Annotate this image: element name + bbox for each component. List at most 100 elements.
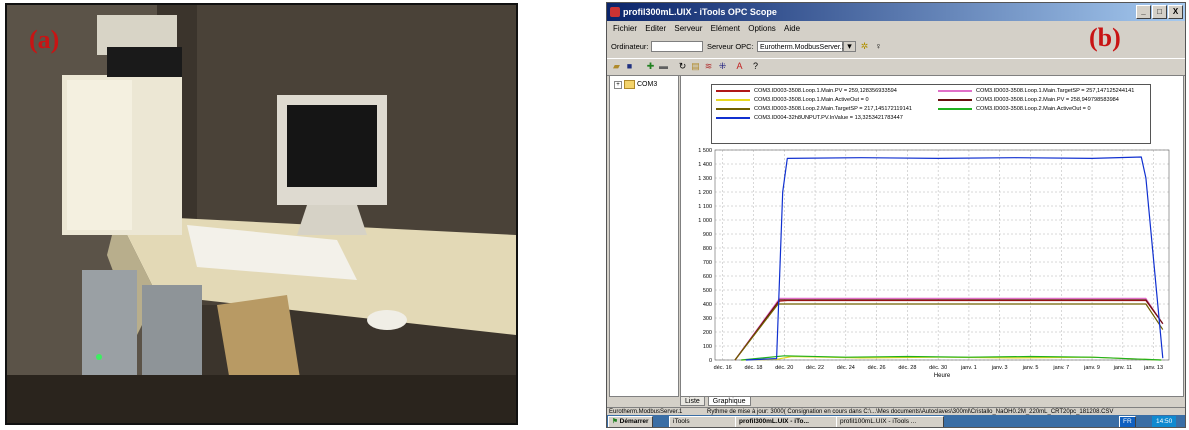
menu-aide[interactable]: Aide [784,24,800,33]
chevron-down-icon[interactable]: ▾ [843,41,856,52]
chart-icon[interactable]: ≋ [703,61,714,72]
legend-item-loop1-pv: COM3.ID003-3508.Loop.1.Main.PV = 259,128… [716,88,897,94]
y-tick-label: 100 [703,344,712,350]
line-chart: 0 100 200 300 400 500 600 700 800 900 1 000 1 100 1 … [698,148,1170,379]
chart-area: COM3.ID003-3508.Loop.1.Main.PV = 259,128… [680,75,1184,397]
x-tick-label: déc. 26 [868,365,886,371]
x-tick-label: déc. 28 [898,365,916,371]
bulb-icon[interactable]: ♀ [873,41,884,52]
x-tick-label: janv. 5 [1022,365,1039,371]
itools-window: profil300mL.UIX - iTools OPC Scope _ □ X… [606,2,1186,428]
legend-swatch [938,99,972,101]
maximize-button[interactable]: □ [1152,5,1167,19]
y-tick-label: 1 500 [698,148,712,154]
legend-item-loop2-target: COM3.ID003-3508.Loop.2.Main.TargetSP = 2… [716,106,912,112]
y-tick-label: 1 100 [698,204,712,210]
serveur-label: Serveur OPC: [707,42,754,51]
x-axis-label: Heure [934,373,951,379]
menu-editer[interactable]: Editer [645,24,666,33]
y-tick-label: 500 [703,288,712,294]
y-tick-label: 300 [703,316,712,322]
grid-icon[interactable]: ⁜ [717,61,728,72]
add-item-icon[interactable]: ✚ [645,61,656,72]
refresh-icon[interactable]: ↻ [677,61,688,72]
y-tick-label: 1 000 [698,218,712,224]
expand-icon[interactable]: + [614,80,622,89]
legend-swatch [716,117,750,119]
series-line-1 [734,297,1164,361]
help-icon[interactable]: ? [750,61,761,72]
lab-setup-photo: (a) [5,3,518,425]
taskbar-item-itools[interactable]: iTools [669,416,737,427]
connect-icon[interactable]: ✲ [859,41,870,52]
x-tick-label: janv. 7 [1052,365,1069,371]
server-tree: + COM3 [609,75,679,397]
y-tick-label: 1 400 [698,162,712,168]
y-tick-label: 700 [703,260,712,266]
folder-icon [624,80,635,89]
panel-a-label: (a) [29,25,60,54]
tree-node-label: COM3 [637,81,658,88]
tree-node-com3[interactable]: + COM3 [614,80,657,89]
taskbar-clock: 14:50 [1152,416,1177,427]
y-tick-label: 600 [703,274,712,280]
x-tick-label: déc. 22 [806,365,824,371]
x-tick-label: déc. 18 [744,365,762,371]
serveur-select[interactable]: Eurotherm.ModbusServer.1 [757,41,846,52]
x-tick-label: déc. 16 [714,365,732,371]
save-icon[interactable]: ■ [624,61,635,72]
chart-legend: COM3.ID003-3508.Loop.1.Main.PV = 259,128… [711,84,1151,144]
legend-item-inval: COM3.ID004-32h8UNPUT.PV.InValue = 13,325… [716,115,903,121]
language-indicator[interactable]: FR [1119,416,1136,427]
plot-frame [714,149,1170,361]
x-tick-label: janv. 13 [1143,365,1163,371]
x-tick-label: janv. 9 [1083,365,1100,371]
legend-item-loop2-pv: COM3.ID003-3508.Loop.2.Main.PV = 258,949… [938,97,1119,103]
tab-liste[interactable]: Liste [680,396,705,406]
app-icon [610,7,620,17]
menu-options[interactable]: Options [748,24,776,33]
list-icon[interactable]: ▤ [690,61,701,72]
y-tick-label: 0 [709,358,712,364]
x-tick-label: déc. 30 [929,365,947,371]
windows-flag-icon: ⚑ [612,418,618,425]
y-tick-label: 1 300 [698,176,712,182]
legend-item-loop2-active: COM3.ID003-3508.Loop.2.Main.ActiveOut = … [938,106,1091,112]
ordinateur-label: Ordinateur: [611,42,649,51]
menu-fichier[interactable]: Fichier [613,24,637,33]
panel-b-label: (b) [1089,23,1121,52]
legend-swatch [716,99,750,101]
legend-swatch [716,90,750,92]
x-tick-label: janv. 3 [991,365,1008,371]
legend-swatch [938,90,972,92]
remove-item-icon[interactable]: ▬ [658,61,669,72]
open-folder-icon[interactable]: ▰ [611,61,622,72]
close-button[interactable]: X [1168,5,1183,19]
y-tick-label: 1 200 [698,190,712,196]
start-button[interactable]: ⚑ Démarrer [608,416,653,427]
menu-serveur[interactable]: Serveur [674,24,702,33]
main-toolbar: ▰ ■ ✚ ▬ ↻ ▤ ≋ ⁜ A ? [607,58,1185,76]
ordinateur-input[interactable] [651,41,703,52]
series-line-6 [745,156,1164,361]
minimize-button[interactable]: _ [1136,5,1151,19]
legend-swatch [716,108,750,110]
font-icon[interactable]: A [734,61,745,72]
window-title: profil300mL.UIX - iTools OPC Scope [623,7,777,17]
series-line-0 [734,299,1164,361]
y-tick-label: 800 [703,246,712,252]
legend-item-loop1-target: COM3.ID003-3508.Loop.1.Main.TargetSP = 2… [938,88,1134,94]
tab-graphique[interactable]: Graphique [707,396,751,406]
menu-element[interactable]: Elément [711,24,740,33]
title-bar: profil300mL.UIX - iTools OPC Scope _ □ X [607,3,1185,21]
legend-item-loop1-active: COM3.ID003-3508.Loop.1.Main.ActiveOut = … [716,97,869,103]
x-tick-label: déc. 20 [775,365,793,371]
x-tick-label: janv. 1 [960,365,977,371]
view-tabs: Liste Graphique [680,396,751,406]
taskbar-item-profil300[interactable]: profil300mL.UIX - iTo... [735,416,838,427]
x-tick-label: janv. 11 [1113,365,1132,371]
y-tick-label: 900 [703,232,712,238]
x-tick-label: déc. 24 [837,365,855,371]
windows-taskbar: ⚑ Démarrer iTools profil300mL.UIX - iTo.… [607,415,1185,427]
taskbar-item-profil100[interactable]: profil100mL.UIX - iTools ... [836,416,944,427]
